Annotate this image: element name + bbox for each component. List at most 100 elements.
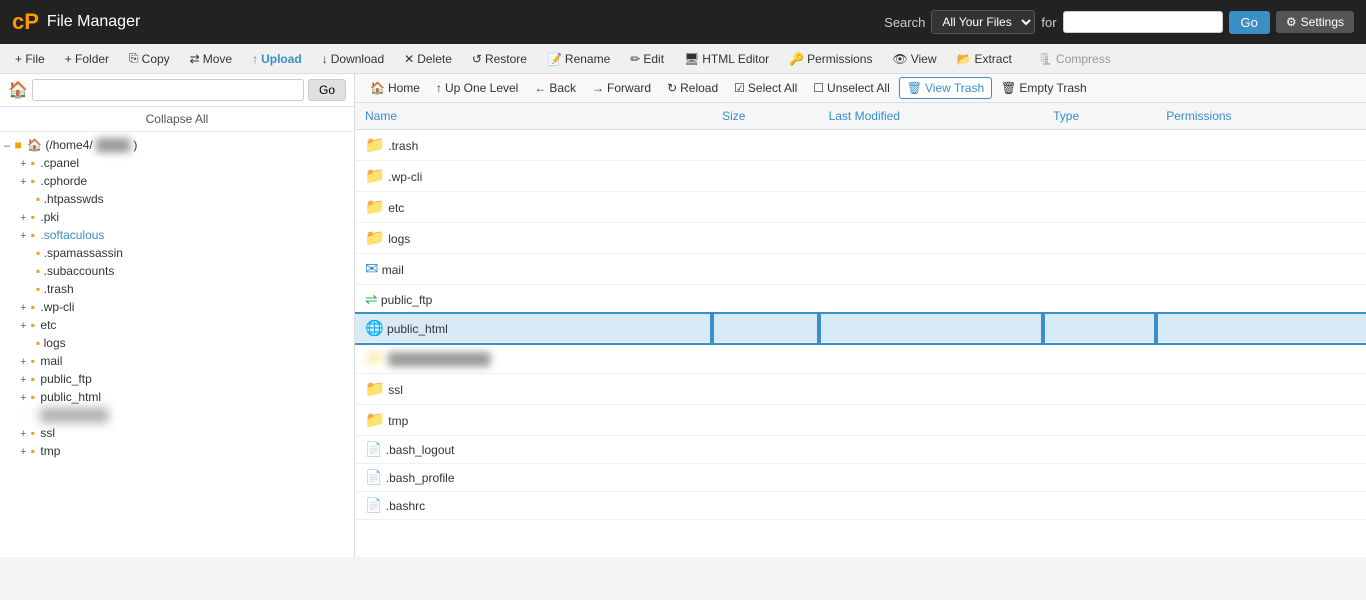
search-input[interactable] xyxy=(1063,11,1223,33)
tree-item-pki[interactable]: + ▪ .pki xyxy=(0,208,354,226)
file-name-cell[interactable]: 📄 .bash_profile xyxy=(355,464,712,492)
new-file-button[interactable]: + File xyxy=(8,49,52,69)
expand-icon[interactable]: + xyxy=(20,230,26,242)
unselect-all-button[interactable]: ☐ Unselect All xyxy=(806,78,896,98)
expand-icon[interactable]: + xyxy=(20,212,26,224)
tree-item-trash[interactable]: ▪ .trash xyxy=(0,280,354,298)
tree-item-spamassassin[interactable]: ▪ .spamassassin xyxy=(0,244,354,262)
rename-button[interactable]: 📝 Rename xyxy=(540,49,617,69)
table-row[interactable]: ⇌ public_ftp xyxy=(355,285,1366,314)
view-trash-button[interactable]: 🗑 View Trash xyxy=(899,77,992,99)
tree-item-tmp[interactable]: + ▪ tmp xyxy=(0,442,354,460)
file-name-cell[interactable]: 📁 .trash xyxy=(355,130,712,161)
move-button[interactable]: ⇄ Move xyxy=(183,49,239,69)
upload-button[interactable]: ↑ Upload xyxy=(245,49,309,69)
file-name-cell[interactable]: 📄 .bash_logout xyxy=(355,436,712,464)
select-all-button[interactable]: ☑ Select All xyxy=(727,78,804,98)
file-name: .bash_profile xyxy=(386,471,455,485)
search-scope-select[interactable]: All Your Files Public HTML Home Dir xyxy=(931,10,1035,34)
tree-item-softaculous[interactable]: + ▪ .softaculous xyxy=(0,226,354,244)
file-name-cell[interactable]: 📄 .bashrc xyxy=(355,492,712,520)
tree-item-public-html[interactable]: + ▪ public_html xyxy=(0,388,354,406)
expand-icon[interactable]: + xyxy=(20,320,26,332)
table-row[interactable]: 📁 etc xyxy=(355,192,1366,223)
file-name-cell[interactable]: ⇌ public_ftp xyxy=(355,285,712,314)
tree-item-subaccounts[interactable]: ▪ .subaccounts xyxy=(0,262,354,280)
etc-label: etc xyxy=(40,318,56,332)
file-size-cell xyxy=(712,285,819,314)
col-name[interactable]: Name xyxy=(355,103,712,130)
permissions-button[interactable]: 🔑 Permissions xyxy=(782,49,879,69)
tree-item-public-ftp[interactable]: + ▪ public_ftp xyxy=(0,370,354,388)
table-row[interactable]: 🌐 public_html xyxy=(355,314,1366,343)
download-button[interactable]: ↓ Download xyxy=(315,49,391,69)
copy-button[interactable]: ⎘ Copy xyxy=(122,48,177,69)
restore-button[interactable]: ↺ Restore xyxy=(465,49,534,69)
folder-icon: ▪ xyxy=(31,444,35,458)
tree-item-cpanel[interactable]: + ▪ .cpanel xyxy=(0,154,354,172)
delete-button[interactable]: ✕ Delete xyxy=(397,49,459,69)
expand-icon[interactable]: + xyxy=(20,356,26,368)
table-row[interactable]: 📁 ssl xyxy=(355,374,1366,405)
empty-trash-button[interactable]: 🗑 Empty Trash xyxy=(994,78,1094,98)
settings-button[interactable]: ⚙ Settings xyxy=(1276,11,1354,33)
table-row[interactable]: 📄 .bash_logout xyxy=(355,436,1366,464)
file-permissions-cell xyxy=(1156,464,1366,492)
table-row[interactable]: 📁 .trash xyxy=(355,130,1366,161)
expand-icon[interactable]: + xyxy=(20,158,26,170)
expand-icon[interactable]: + xyxy=(20,428,26,440)
compress-button[interactable]: 🗜 Compress xyxy=(1031,49,1118,69)
sidebar-go-button[interactable]: Go xyxy=(308,79,346,101)
expand-icon[interactable]: + xyxy=(20,374,26,386)
table-row[interactable]: 📁 ████████████ xyxy=(355,343,1366,374)
collapse-all-button[interactable]: Collapse All xyxy=(0,107,354,132)
file-name-cell[interactable]: 📁 .wp-cli xyxy=(355,161,712,192)
folder-icon: ▪ xyxy=(31,426,35,440)
up-one-level-button[interactable]: ↑ Up One Level xyxy=(429,78,525,98)
expand-icon[interactable]: – xyxy=(4,140,10,152)
tree-item-htpasswds[interactable]: ▪ .htpasswds xyxy=(0,190,354,208)
tree-item-wp-cli[interactable]: + ▪ .wp-cli xyxy=(0,298,354,316)
table-row[interactable]: 📁 logs xyxy=(355,223,1366,254)
col-type[interactable]: Type xyxy=(1043,103,1156,130)
file-name-cell[interactable]: 📁 ssl xyxy=(355,374,712,405)
col-size[interactable]: Size xyxy=(712,103,819,130)
new-folder-button[interactable]: + Folder xyxy=(58,49,116,69)
edit-button[interactable]: ✏ Edit xyxy=(623,49,671,69)
file-permissions-cell xyxy=(1156,436,1366,464)
tree-item-etc[interactable]: + ▪ etc xyxy=(0,316,354,334)
table-row[interactable]: 📄 .bashrc xyxy=(355,492,1366,520)
table-row[interactable]: 📁 .wp-cli xyxy=(355,161,1366,192)
expand-icon[interactable]: + xyxy=(20,176,26,188)
tree-item-root[interactable]: – ■ 🏠 (/home4/ ████ ) xyxy=(0,136,354,154)
reload-button[interactable]: ↻ Reload xyxy=(660,78,725,98)
tree-item-logs[interactable]: ▪ logs xyxy=(0,334,354,352)
table-row[interactable]: 📁 tmp xyxy=(355,405,1366,436)
extract-button[interactable]: 📂 Extract xyxy=(950,49,1019,69)
file-name-cell[interactable]: ✉ mail xyxy=(355,254,712,285)
file-name-cell[interactable]: 📁 logs xyxy=(355,223,712,254)
html-editor-button[interactable]: 🖥 HTML Editor xyxy=(677,49,776,69)
sidebar-path-input[interactable] xyxy=(32,79,304,101)
expand-icon[interactable]: + xyxy=(20,446,26,458)
expand-icon[interactable]: + xyxy=(20,392,26,404)
tree-item-cphorde[interactable]: + ▪ .cphorde xyxy=(0,172,354,190)
file-name-cell[interactable]: 🌐 public_html xyxy=(355,314,712,343)
file-name-cell[interactable]: 📁 tmp xyxy=(355,405,712,436)
forward-button[interactable]: → Forward xyxy=(585,78,658,98)
expand-icon[interactable]: + xyxy=(20,302,26,314)
search-go-button[interactable]: Go xyxy=(1229,11,1270,34)
tree-item-mail[interactable]: + ▪ mail xyxy=(0,352,354,370)
view-button[interactable]: 👁 View xyxy=(885,49,943,69)
table-row[interactable]: 📄 .bash_profile xyxy=(355,464,1366,492)
file-name-cell[interactable]: 📁 etc xyxy=(355,192,712,223)
uncheck-icon: ☐ xyxy=(813,81,824,95)
col-modified[interactable]: Last Modified xyxy=(819,103,1044,130)
col-permissions[interactable]: Permissions xyxy=(1156,103,1366,130)
table-row[interactable]: ✉ mail xyxy=(355,254,1366,285)
file-name-cell[interactable]: 📁 ████████████ xyxy=(355,343,712,374)
folder-icon: 📁 xyxy=(365,199,385,216)
home-button[interactable]: 🏠 Home xyxy=(363,78,427,98)
back-button[interactable]: ← Back xyxy=(527,78,583,98)
tree-item-ssl[interactable]: + ▪ ssl xyxy=(0,424,354,442)
